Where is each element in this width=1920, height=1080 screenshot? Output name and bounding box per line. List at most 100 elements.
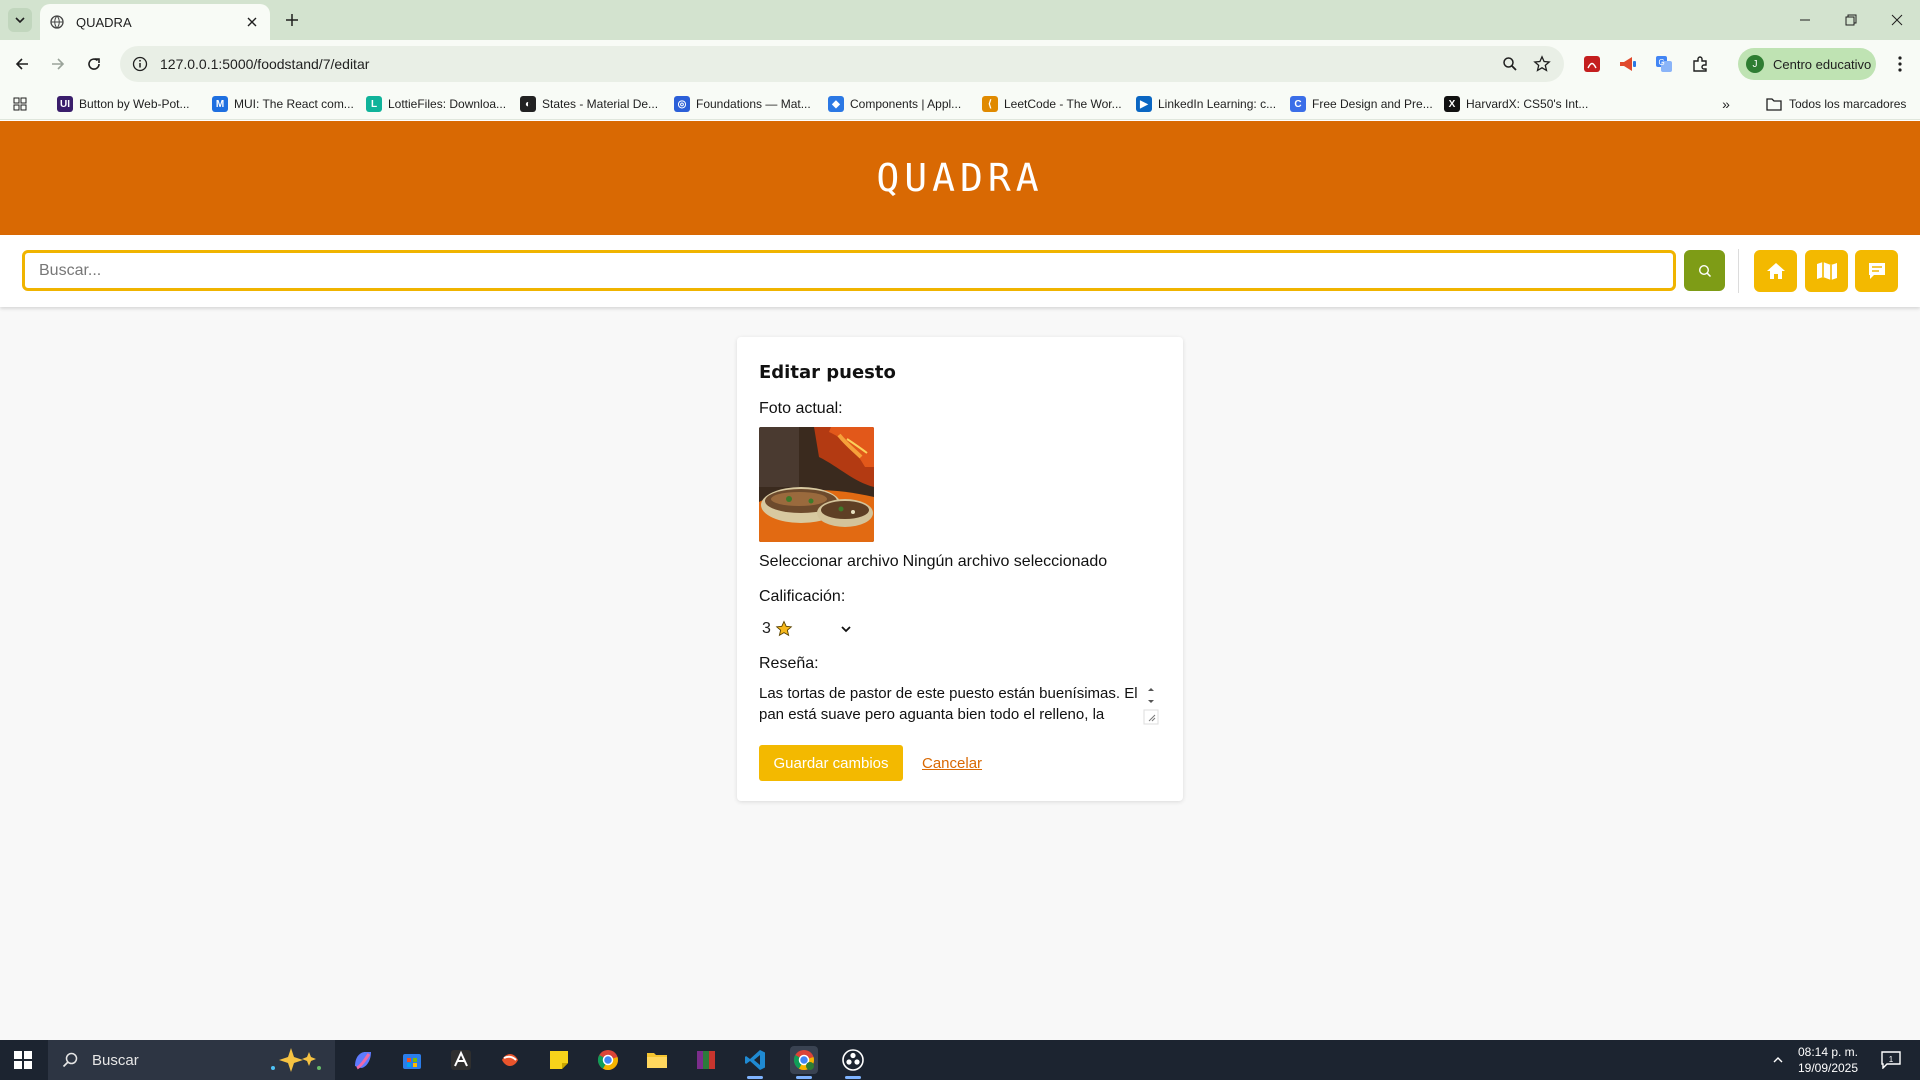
apps-grid-icon[interactable] <box>10 94 30 114</box>
copilot-app-icon[interactable] <box>349 1046 377 1074</box>
url-text[interactable]: 127.0.0.1:5000/foodstand/7/editar <box>160 56 369 72</box>
search-button[interactable] <box>1684 250 1725 291</box>
system-tray-chevron-icon[interactable] <box>1770 1052 1786 1068</box>
windows-taskbar: Buscar 08:14 p. m. 19/09/2025 1 <box>0 1040 1920 1080</box>
bookmark-favicon: M <box>212 96 228 112</box>
bookmark-label: LeetCode - The Wor... <box>1004 97 1122 111</box>
editor-app-icon[interactable] <box>447 1046 475 1074</box>
select-file-button[interactable]: Seleccionar archivo <box>759 553 899 571</box>
profile-label: Centro educativo <box>1773 56 1872 72</box>
megaphone-extension-icon[interactable] <box>1616 52 1640 76</box>
map-button[interactable] <box>1805 250 1848 292</box>
rating-label: Calificación: <box>759 588 846 605</box>
browser-tab-active[interactable]: QUADRA <box>40 4 270 40</box>
bookmark-item[interactable]: ◎ Foundations — Mat... <box>674 94 811 114</box>
chevron-down-icon <box>15 17 25 24</box>
search-input[interactable] <box>22 250 1676 291</box>
rating-select[interactable]: 3 <box>759 617 853 641</box>
textarea-scroll-arrows-icon[interactable] <box>1143 683 1159 725</box>
taskbar-search[interactable]: Buscar <box>48 1040 335 1080</box>
restore-icon <box>1845 14 1857 26</box>
chat-icon <box>1868 263 1885 279</box>
bookmark-favicon: L <box>366 96 382 112</box>
tab-title: QUADRA <box>76 14 132 30</box>
file-explorer-app-icon[interactable] <box>643 1046 671 1074</box>
photo-label: Foto actual: <box>759 400 843 417</box>
home-button[interactable] <box>1754 250 1797 292</box>
pdf-extension-icon[interactable] <box>1580 52 1604 76</box>
all-bookmarks-folder[interactable]: Todos los marcadores <box>1766 94 1906 114</box>
back-button[interactable] <box>8 50 36 78</box>
extensions-puzzle-icon[interactable] <box>1688 52 1712 76</box>
start-button[interactable] <box>12 1050 34 1070</box>
bookmarks-bar: UI Button by Web-Pot... M MUI: The React c… <box>0 88 1920 120</box>
edit-stand-form: Editar puesto Foto actual: Seleccionar a… <box>737 337 1183 801</box>
review-textarea[interactable]: Las tortas de pastor de este puesto está… <box>759 683 1161 725</box>
bookmark-item[interactable]: X HarvardX: CS50's Int... <box>1444 94 1588 114</box>
cancel-link[interactable]: Cancelar <box>922 755 982 772</box>
file-picker: Seleccionar archivo Ningún archivo selec… <box>759 553 1161 571</box>
browser-toolbar: 127.0.0.1:5000/foodstand/7/editar G J Ce… <box>0 40 1920 88</box>
globe-icon <box>50 15 64 29</box>
profile-button[interactable]: J Centro educativo <box>1738 48 1876 80</box>
new-tab-button[interactable] <box>280 8 304 32</box>
close-window-button[interactable] <box>1874 6 1920 34</box>
search-icon <box>1698 264 1711 277</box>
reload-icon <box>88 58 100 70</box>
notifications-button[interactable]: 1 <box>1880 1050 1902 1070</box>
tab-close-icon[interactable] <box>244 14 260 30</box>
bookmarks-overflow-icon[interactable]: » <box>1716 94 1736 114</box>
bookmark-favicon: ▶ <box>1136 96 1152 112</box>
bookmark-item[interactable]: L LottieFiles: Downloa... <box>366 94 506 114</box>
taskbar-clock[interactable]: 08:14 p. m. 19/09/2025 <box>1788 1044 1868 1076</box>
avatar: J <box>1746 55 1764 73</box>
restore-button[interactable] <box>1828 6 1874 34</box>
folder-icon <box>1766 98 1782 111</box>
bookmark-star-icon[interactable] <box>1532 54 1552 74</box>
browser-tabstrip: QUADRA <box>0 0 1920 40</box>
tab-search-button[interactable] <box>8 8 32 32</box>
winrar-app-icon[interactable] <box>692 1046 720 1074</box>
bookmark-item[interactable]: ⟨ LeetCode - The Wor... <box>982 94 1122 114</box>
obs-app-icon[interactable] <box>839 1046 867 1074</box>
site-logo[interactable]: QUADRA <box>876 156 1043 200</box>
bookmark-favicon: ◆ <box>828 96 844 112</box>
chrome-app-icon[interactable] <box>594 1046 622 1074</box>
chrome-profile-app-icon[interactable] <box>790 1046 818 1074</box>
translate-extension-icon[interactable]: G <box>1652 52 1676 76</box>
current-photo <box>759 427 874 542</box>
bookmark-item[interactable]: M MUI: The React com... <box>212 94 354 114</box>
vscode-active-indicator <box>747 1076 763 1079</box>
windows-logo-icon <box>14 1051 32 1069</box>
bookmark-item[interactable]: C Free Design and Pre... <box>1290 94 1433 114</box>
arrow-left-icon <box>15 58 28 70</box>
store-app-icon[interactable] <box>398 1046 426 1074</box>
chevron-down-icon <box>839 622 853 636</box>
bookmark-item[interactable]: ◐ States - Material De... <box>520 94 658 114</box>
svg-text:G: G <box>1659 58 1665 67</box>
minimize-button[interactable] <box>1782 6 1828 34</box>
sticky-notes-app-icon[interactable] <box>545 1046 573 1074</box>
forward-button[interactable] <box>44 50 72 78</box>
save-changes-button[interactable]: Guardar cambios <box>759 745 903 781</box>
zoom-icon[interactable] <box>1500 54 1520 74</box>
obs-active-indicator <box>845 1076 861 1079</box>
all-bookmarks-label: Todos los marcadores <box>1789 97 1907 111</box>
sparkle-icon <box>271 1048 321 1072</box>
browser-menu-button[interactable] <box>1888 52 1912 76</box>
bookmark-item[interactable]: ▶ LinkedIn Learning: c... <box>1136 94 1276 114</box>
taskbar-search-text: Buscar <box>92 1051 139 1069</box>
address-bar[interactable]: 127.0.0.1:5000/foodstand/7/editar <box>120 46 1564 82</box>
minimize-icon <box>1800 19 1810 21</box>
reload-button[interactable] <box>80 50 108 78</box>
page-content: QUADRA Editar puesto Foto actual: <box>0 121 1920 1040</box>
site-info-icon[interactable] <box>132 56 148 72</box>
bookmark-label: Foundations — Mat... <box>696 97 811 111</box>
vscode-app-icon[interactable] <box>741 1046 769 1074</box>
search-nav-bar <box>0 235 1920 307</box>
messages-button[interactable] <box>1855 250 1898 292</box>
home-icon <box>1766 263 1785 279</box>
bookmark-item[interactable]: UI Button by Web-Pot... <box>57 94 190 114</box>
bookmark-item[interactable]: ◆ Components | Appl... <box>828 94 961 114</box>
git-app-icon[interactable] <box>496 1046 524 1074</box>
